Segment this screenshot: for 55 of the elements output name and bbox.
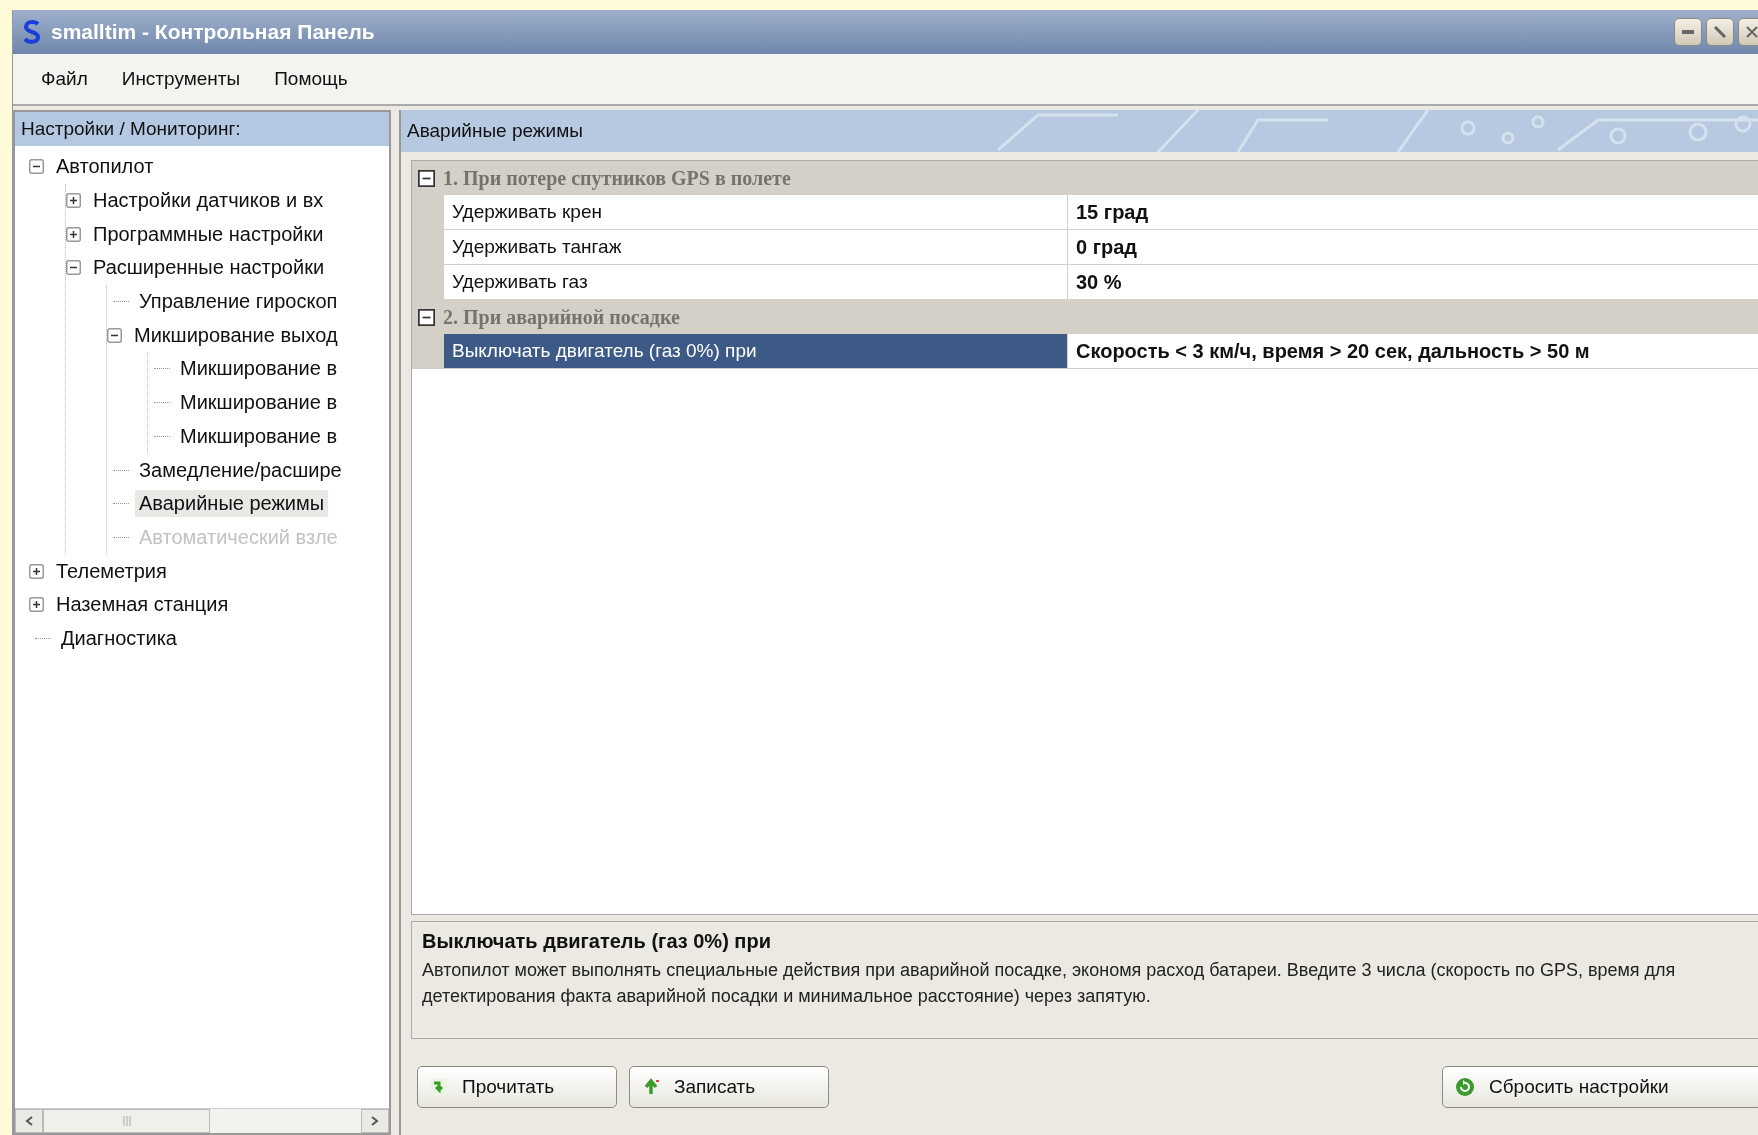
minimize-button[interactable] — [1674, 18, 1702, 46]
tree-item[interactable]: Наземная станция — [52, 591, 233, 619]
menu-item[interactable]: Помощь — [266, 64, 356, 94]
property-name[interactable]: Выключать двигатель (газ 0%) при — [444, 334, 1068, 368]
category-title: 2. При аварийной посадке — [443, 305, 680, 329]
maximize-icon — [1713, 25, 1727, 39]
refresh-icon — [1455, 1077, 1475, 1097]
maximize-button[interactable] — [1706, 18, 1734, 46]
tree-item[interactable]: Диагностика — [57, 624, 181, 652]
tree-item[interactable]: Микширование в — [176, 389, 342, 417]
expand-toggle[interactable] — [66, 226, 81, 242]
property-value[interactable]: 0 град — [1068, 230, 1758, 264]
minimize-icon — [1682, 30, 1694, 34]
tree-item[interactable]: Микширование в — [176, 422, 342, 450]
tree-item[interactable]: Расширенные настройки — [89, 254, 329, 282]
tree-item[interactable]: Аварийные режимы — [135, 490, 329, 518]
tree-item[interactable]: Управление гироскоп — [135, 288, 342, 316]
description-text: Автопилот может выполнять специальные действия при аварийной посадке, экономя расход батареи. Введите 3 числа (скорость по GPS, время для детектирования факта аварийной посадки и минимальное расстояние) через запятую. — [422, 959, 1677, 1009]
tree-item[interactable]: Телеметрия — [52, 557, 171, 585]
app-logo-icon — [23, 20, 41, 44]
menu-item[interactable]: Инструменты — [113, 64, 249, 94]
panel-header: Настройки / Мониторинг: — [15, 112, 389, 146]
description-title: Выключать двигатель (газ 0%) при — [422, 930, 772, 953]
collapse-toggle[interactable] — [418, 308, 435, 326]
tree-item[interactable]: Замедление/расшире — [135, 456, 346, 484]
scroll-thumb[interactable] — [43, 1109, 210, 1133]
scroll-left-button[interactable] — [15, 1109, 43, 1133]
collapse-toggle[interactable] — [29, 159, 44, 175]
horizontal-scrollbar[interactable] — [15, 1108, 389, 1133]
read-button[interactable]: Прочитать — [417, 1066, 617, 1108]
collapse-toggle[interactable] — [66, 260, 81, 276]
tree-item[interactable]: Настройки датчиков и вх — [89, 187, 328, 215]
collapse-toggle[interactable] — [418, 169, 435, 187]
scroll-right-button[interactable] — [361, 1109, 389, 1133]
tree-item[interactable]: Микширование в — [176, 355, 342, 383]
tree-item[interactable]: Микширование выход — [130, 321, 342, 349]
property-value[interactable]: Скорость < 3 км/ч, время > 20 сек, дальность > 50 м — [1068, 334, 1758, 368]
menu-item[interactable]: Файл — [33, 64, 96, 94]
category-title: 1. При потере спутников GPS в полете — [443, 166, 791, 190]
expand-toggle[interactable] — [66, 193, 81, 209]
close-icon — [1746, 26, 1758, 38]
collapse-toggle[interactable] — [107, 327, 122, 343]
grip-icon — [121, 1116, 132, 1126]
property-value[interactable]: 30 % — [1068, 265, 1758, 299]
close-button[interactable] — [1738, 18, 1758, 46]
expand-toggle[interactable] — [29, 563, 44, 579]
property-value[interactable]: 15 град — [1068, 195, 1758, 229]
upload-arrow-icon — [642, 1078, 660, 1096]
panel-title: Аварийные режимы — [406, 120, 583, 142]
tree-item[interactable]: Автопилот — [52, 153, 158, 181]
window-title: smalltim - Контрольная Панель — [51, 20, 375, 44]
expand-toggle[interactable] — [29, 597, 44, 613]
reset-button[interactable]: Сбросить настройки — [1442, 1066, 1758, 1108]
tree-item[interactable]: Программные настройки — [89, 220, 328, 248]
write-button[interactable]: Записать — [629, 1066, 829, 1108]
